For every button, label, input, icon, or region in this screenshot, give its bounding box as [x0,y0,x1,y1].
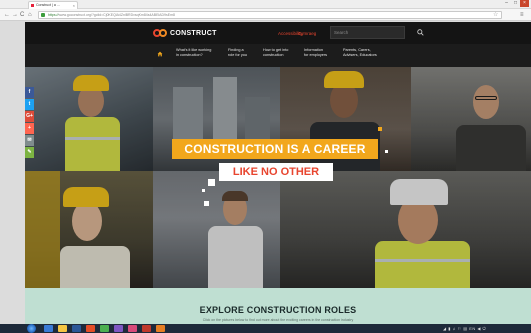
bookmark-star-icon[interactable]: ☆ [493,11,498,19]
social-share-bar: f t G+ + ✉ ✎ [25,87,34,159]
hero-banner: CONSTRUCTION IS A CAREER LIKE NO OTHER [25,67,531,288]
os-taskbar: ◢ ▮ ♫ ⚐ ▤ EN ◀ ⏻ [0,324,531,333]
main-nav: What's it like working in construction? … [25,44,531,67]
address-bar[interactable]: https://www.goconstruct.org/?gclid=Cj0KE… [38,11,502,19]
tab-close-icon[interactable]: × [73,2,75,9]
decor-square [208,179,215,186]
nav-item-line: construction [263,53,284,57]
nav-item-parents-advisers[interactable]: Parents, Carers, Advisers, Educators [343,48,377,58]
browser-tab-bar: Construct | a ... × – □ × [0,0,531,9]
screen: Construct | a ... × – □ × ← → C ⌂ https:… [0,0,531,333]
browser-menu-icon[interactable]: ≡ [520,11,524,19]
maximize-button[interactable]: □ [511,0,520,7]
decor-square [385,150,388,153]
decor-square [378,127,382,131]
search-icon[interactable] [417,29,424,36]
start-button[interactable] [27,324,36,333]
window-controls: – □ × [502,0,529,7]
nav-item-line: for employers [304,53,328,57]
email-icon[interactable]: ✉ [25,135,34,146]
facebook-icon[interactable]: f [25,87,34,98]
favicon-icon [31,4,34,7]
explore-subtitle: Click on the pictures below to find out … [202,318,354,322]
nav-item-finding-a-role[interactable]: Finding a role for you [228,48,247,58]
chrome-app-icon[interactable] [100,325,109,332]
nav-item-line: Advisers, Educators [343,53,377,57]
construct-logo[interactable]: CONSTRUCT [153,29,217,38]
app-icon[interactable] [114,325,123,332]
browser-tab[interactable]: Construct | a ... × [28,1,78,9]
media-app-icon[interactable] [86,325,95,332]
explore-section: EXPLORE CONSTRUCTION ROLES Click on the … [25,288,531,324]
browser-toolbar: ← → C ⌂ https://www.goconstruct.org/?gcl… [0,9,531,21]
tab-title: Construct | a ... [36,3,60,7]
google-plus-icon[interactable]: G+ [25,111,34,122]
decor-square [202,189,205,192]
url-text: www.goconstruct.org/?gclid=Cj0KEQiA4ZnlB… [58,13,175,17]
share-plus-icon[interactable]: + [25,123,34,134]
home-icon[interactable] [157,51,163,57]
decor-square [204,201,209,206]
nav-item-line: in construction? [176,53,203,57]
home-button[interactable]: ⌂ [28,11,32,19]
nav-item-working-in-construction[interactable]: What's it like working in construction? [176,48,211,58]
minimize-button[interactable]: – [502,0,511,7]
logo-text: CONSTRUCT [170,30,217,37]
reload-button[interactable]: C [20,11,24,19]
nav-item-how-to-get-in[interactable]: How to get into construction [263,48,288,58]
close-window-button[interactable]: × [520,0,529,7]
hero-subheadline: LIKE NO OTHER [219,163,333,181]
word-app-icon[interactable] [72,325,81,332]
forward-button[interactable]: → [12,11,18,19]
app-icon[interactable] [142,325,151,332]
logo-mark-icon [153,29,168,38]
url-scheme: https:// [48,13,59,17]
explore-title: EXPLORE CONSTRUCTION ROLES [199,305,357,315]
nav-item-employers[interactable]: Information for employers [304,48,327,58]
system-tray[interactable]: ◢ ▮ ♫ ⚐ ▤ EN ◀ ⏻ [443,326,486,331]
app-icon[interactable] [128,325,137,332]
header-top-row: CONSTRUCT Accessibility Cymraeg Search [25,22,531,44]
site-header: CONSTRUCT Accessibility Cymraeg Search W… [25,22,531,67]
nav-item-line: role for you [228,53,247,57]
explorer-app-icon[interactable] [58,325,67,332]
cymraeg-link[interactable]: Cymraeg [298,31,316,36]
ie-app-icon[interactable] [44,325,53,332]
hero-headline: CONSTRUCTION IS A CAREER [172,139,378,159]
lock-icon [41,13,45,17]
app-icon[interactable] [156,325,165,332]
back-button[interactable]: ← [4,11,10,19]
comment-icon[interactable]: ✎ [25,147,34,158]
twitter-icon[interactable]: t [25,99,34,110]
search-input[interactable]: Search [330,26,405,39]
